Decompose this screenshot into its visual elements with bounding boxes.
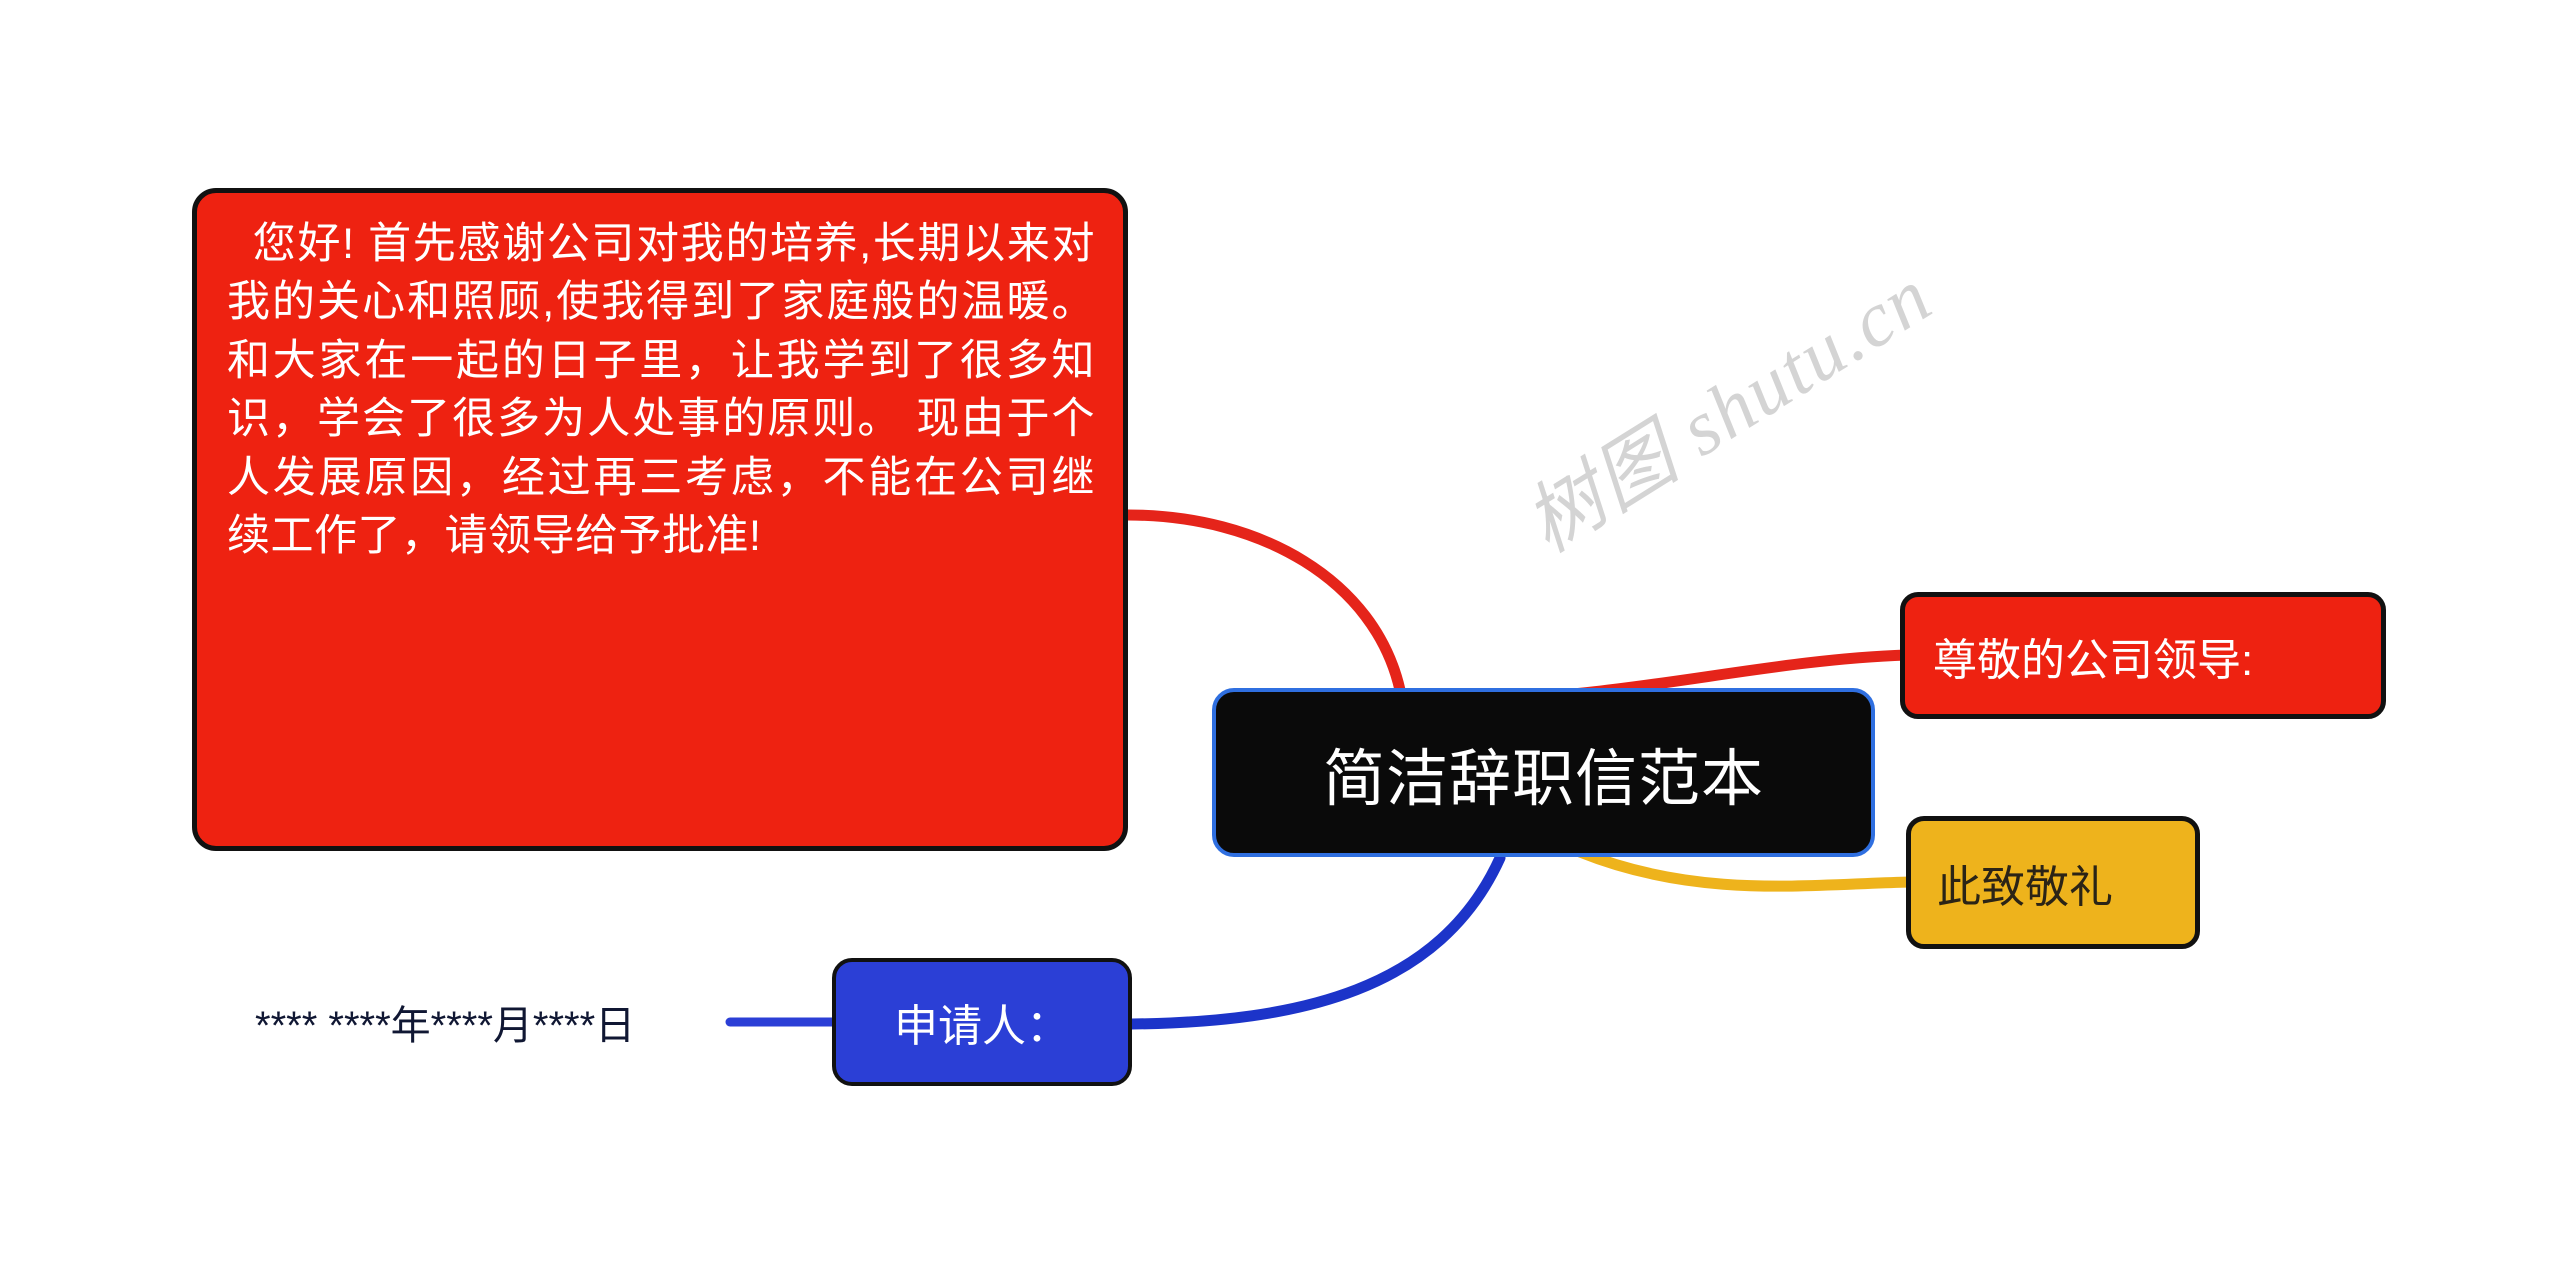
mindmap-canvas: 树图 shutu.cn 您好! 首先感谢公司对我的培养,长期以来对我的关心和照顾… xyxy=(0,0,2560,1270)
watermark-text: 树图 shutu.cn xyxy=(1510,251,1947,569)
node-date-label: **** ****年****月****日 xyxy=(255,1004,636,1048)
connector-essay-to-center xyxy=(1122,509,1406,696)
node-salutation-label: 尊敬的公司领导: xyxy=(1933,635,2254,685)
node-date[interactable]: **** ****年****月****日 xyxy=(255,994,725,1050)
node-applicant[interactable]: 申请人： xyxy=(832,958,1132,1086)
node-applicant-label: 申请人： xyxy=(894,1002,1070,1051)
connector-center-to-applicant xyxy=(1126,852,1506,1030)
node-salutation[interactable]: 尊敬的公司领导: xyxy=(1900,592,2386,719)
node-closing-label: 此致敬礼 xyxy=(1937,862,2113,912)
connector-center-to-closing xyxy=(1574,846,1918,892)
node-closing[interactable]: 此致敬礼 xyxy=(1906,816,2200,949)
node-root-title-label: 简洁辞职信范本 xyxy=(1322,744,1764,814)
node-resignation-body-label: 您好! 首先感谢公司对我的培养,长期以来对我的关心和照顾,使我得到了家庭般的温暖… xyxy=(227,220,1095,561)
node-resignation-body[interactable]: 您好! 首先感谢公司对我的培养,长期以来对我的关心和照顾,使我得到了家庭般的温暖… xyxy=(192,188,1128,851)
node-root-title[interactable]: 简洁辞职信范本 xyxy=(1212,688,1875,857)
